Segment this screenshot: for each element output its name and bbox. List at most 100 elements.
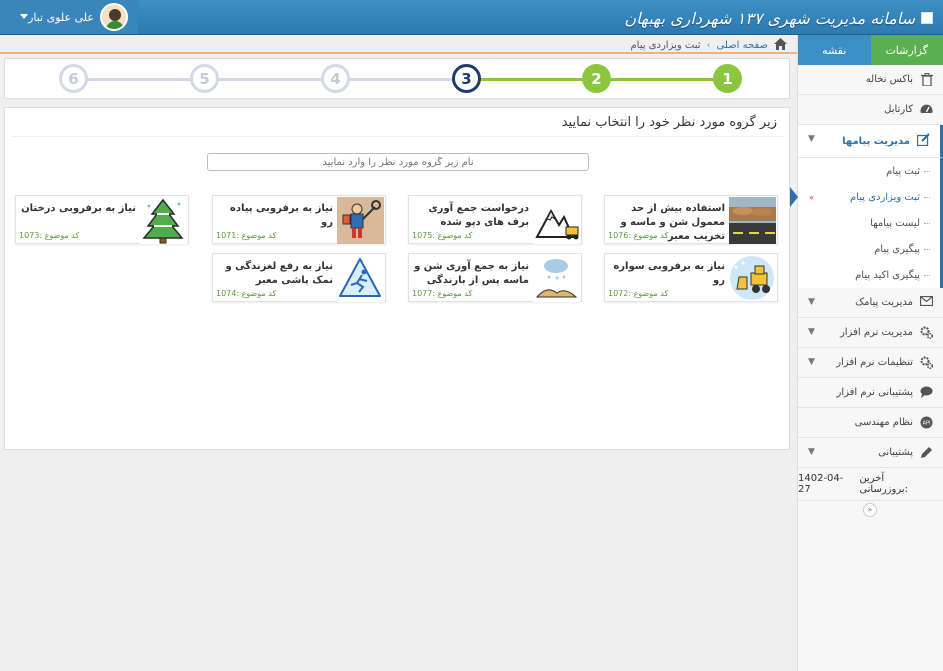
card-code: کد موضوع :1075 [412, 231, 473, 240]
step-line-pending [73, 78, 473, 81]
wizard-step-6: 6 [59, 64, 88, 93]
collapse-sidebar-icon[interactable]: » [863, 503, 877, 517]
user-menu[interactable]: علی علوی تبار [0, 0, 138, 34]
sidebar-subitem-label: ثبت پیام [886, 165, 920, 177]
dashboard-icon [920, 103, 933, 116]
sidebar-item-sms-management[interactable]: ▼ مدیریت پیامک [798, 288, 943, 318]
chevron-down-icon: ▼ [808, 447, 815, 457]
card-code: کد موضوع :1074 [216, 289, 277, 298]
subgroup-card[interactable]: درخواست جمع آوری برف های دپو شده کد موضو… [408, 195, 582, 244]
slippery-sign-icon [337, 255, 384, 302]
svg-text:API: API [923, 421, 931, 427]
wizard-step-4: 4 [321, 64, 350, 93]
last-update-label: آخرین بروزرسانی: [859, 473, 909, 495]
tab-reports[interactable]: گزارشات [870, 35, 943, 65]
sidebar-item-label: تنظیمات نرم افزار [836, 357, 913, 368]
card-title: نیاز به رفع لغزندگی و نمک پاشی معبر [225, 261, 333, 286]
caret-down-icon [20, 14, 28, 19]
api-icon: API [920, 416, 933, 429]
sidebar-subitem-label: ثبت ویزاردی پیام [849, 191, 920, 203]
sidebar-item-message-management[interactable]: ▼ مدیریت پیامها [798, 125, 943, 158]
breadcrumb-separator: ‹ [706, 39, 711, 51]
card-title: نیاز به برفروبی سواره رو [613, 261, 725, 286]
sidebar-item-label: کارتابل [884, 104, 913, 115]
snowplow-icon [729, 255, 776, 302]
double-chevron-left-icon: « [809, 193, 814, 202]
chevron-down-icon: ▼ [808, 297, 815, 307]
chevron-down-icon: ▼ [808, 134, 815, 144]
chevron-down-icon: ▼ [808, 357, 815, 367]
card-code: کد موضوع :1071 [216, 231, 277, 240]
snow-pile-loader-icon [533, 197, 580, 244]
subgroup-card[interactable]: استفاده بیش از حد معمول شن و ماسه و تخری… [604, 195, 778, 244]
envelope-icon [919, 295, 934, 309]
sidebar-subitem-message-list[interactable]: لیست پیامها [798, 210, 943, 236]
top-bar: سامانه مدیریت شهری ۱۳۷ شهرداری بهبهان عل… [0, 0, 943, 35]
tab-map[interactable]: نقشه [798, 35, 871, 65]
brand[interactable]: سامانه مدیریت شهری ۱۳۷ شهرداری بهبهان [624, 6, 933, 30]
breadcrumb-current: ثبت ویزاردی پیام [630, 39, 701, 51]
sidebar-subitem-register-message[interactable]: ثبت پیام [798, 158, 943, 184]
last-update: 1402-04-27 آخرین بروزرسانی: [798, 468, 943, 500]
sidebar-item-label: مدیریت پیامها [842, 135, 910, 147]
sidebar-item-label: مدیریت پیامک [855, 297, 913, 308]
sidebar-item-software-management[interactable]: ▼ مدیریت نرم افزار [798, 318, 943, 348]
card-code: کد موضوع :1076 [608, 231, 669, 240]
snowy-tree-icon [140, 197, 187, 244]
sidebar: نقشه گزارشات باکس نخاله کارتابل ▼ مدیریت… [790, 35, 943, 671]
brand-title: سامانه مدیریت شهری ۱۳۷ شهرداری بهبهان [624, 8, 915, 28]
wizard-step-5: 5 [190, 64, 219, 93]
sidebar-subitem-label: لیست پیامها [870, 217, 920, 229]
sidebar-item-label: پشتیبانی [878, 447, 913, 458]
sidewalk-shoveling-icon [337, 197, 384, 244]
subgroup-card[interactable]: نیاز به برفروبی پیاده رو کد موضوع :1071 [212, 195, 386, 244]
gears-icon [920, 326, 934, 340]
sidebar-subitem-wizard-register[interactable]: « ثبت ویزاردی پیام [790, 184, 943, 210]
breadcrumb-home-link[interactable]: صفحه اصلی [717, 40, 768, 51]
card-code: کد موضوع :1072 [608, 289, 669, 298]
rain-sand-icon [533, 255, 580, 302]
sidebar-subitem-track-message[interactable]: پیگیری پیام [798, 236, 943, 262]
avatar [100, 3, 128, 31]
card-code: کد موضوع :1073 [19, 231, 80, 240]
sidebar-subitem-urgent-track[interactable]: پیگیری اکید پیام [798, 262, 943, 288]
sidebar-subitem-label: پیگیری اکید پیام [855, 269, 920, 281]
subgroup-card[interactable]: نیاز به برفروبی سواره رو کد موضوع :1072 [604, 253, 778, 302]
header-divider [0, 52, 797, 54]
chevron-down-icon: ▼ [808, 327, 815, 337]
sidebar-item-label: باکس نخاله [865, 74, 913, 85]
subgroup-card[interactable]: نیاز به جمع آوری شن و ماسه پس از بارندگی… [408, 253, 582, 302]
sidebar-item-software-support[interactable]: پشتیبانی نرم افزار [798, 378, 943, 408]
home-icon[interactable] [774, 37, 787, 53]
card-title: نیاز به برفروبی پیاده رو [229, 203, 333, 228]
subgroup-search-input[interactable] [207, 153, 589, 171]
trash-icon [920, 73, 933, 87]
sidebar-item-debris-box[interactable]: باکس نخاله [798, 65, 943, 95]
sidebar-item-label: مدیریت نرم افزار [839, 327, 913, 338]
card-title: نیاز به برفروبی درختان [21, 203, 136, 214]
last-update-date: 1402-04-27 [798, 473, 844, 495]
pencil-icon [920, 446, 933, 459]
sidebar-item-cartable[interactable]: کارتابل [798, 95, 943, 125]
wizard-step-1[interactable]: 1 [713, 64, 742, 93]
card-code: کد موضوع :1077 [412, 289, 473, 298]
edit-icon [916, 133, 930, 147]
active-pointer-icon [790, 187, 798, 207]
sidebar-tabs: نقشه گزارشات [798, 35, 943, 65]
sidebar-item-software-settings[interactable]: ▼ تنظیمات نرم افزار [798, 348, 943, 378]
sidebar-item-label: پشتیبانی نرم افزار [836, 387, 913, 398]
gears-icon [920, 356, 934, 370]
panel-divider [11, 136, 783, 137]
brand-logo-icon [921, 12, 933, 24]
comment-icon [920, 386, 933, 399]
panel-title: زیر گروه مورد نظر خود را انتخاب نمایید [561, 115, 777, 130]
card-title: نیاز به جمع آوری شن و ماسه پس از بارندگی [414, 261, 529, 286]
subgroup-card[interactable]: نیاز به برفروبی درختان کد موضوع :1073 [15, 195, 189, 244]
subgroup-card[interactable]: نیاز به رفع لغزندگی و نمک پاشی معبر کد م… [212, 253, 386, 302]
card-title: درخواست جمع آوری برف های دپو شده [428, 203, 529, 228]
sidebar-item-engineering-system[interactable]: API نظام مهندسی [798, 408, 943, 438]
wizard-step-2[interactable]: 2 [582, 64, 611, 93]
sidebar-subitem-label: پیگیری پیام [874, 243, 920, 255]
sidebar-collapse-row: » [798, 500, 943, 518]
sidebar-item-support[interactable]: ▼ پشتیبانی [798, 438, 943, 468]
